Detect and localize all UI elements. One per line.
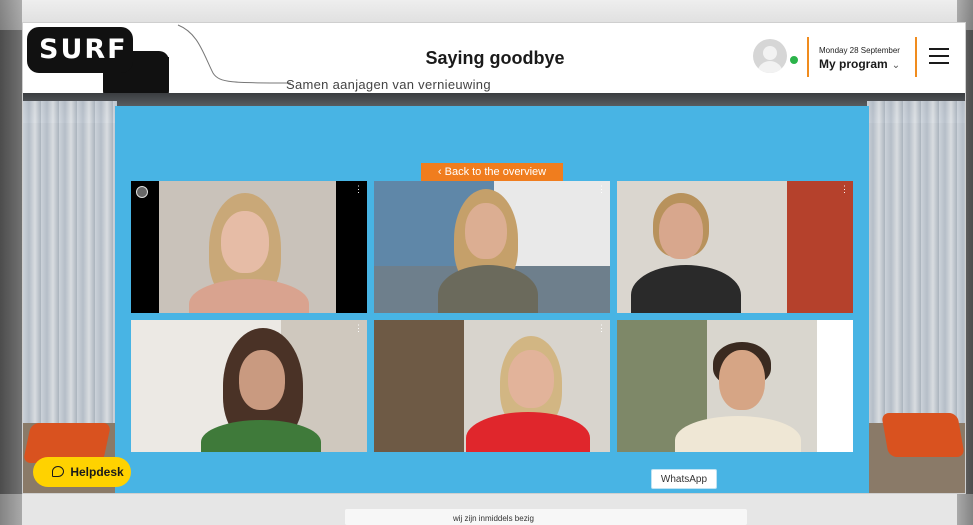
avatar-head (763, 46, 777, 60)
more-options-icon[interactable]: ⋮ (597, 185, 606, 194)
video-tile[interactable]: ⋮ (131, 320, 367, 452)
my-program-dropdown[interactable]: My program ⌄ (819, 57, 900, 71)
divider (915, 37, 917, 77)
divider (807, 37, 809, 77)
site-header: SURF Samen aanjagen van vernieuwing Sayi… (23, 23, 965, 105)
chat-bubble-icon (52, 466, 65, 477)
background-status-text: wij zijn inmiddels bezig (453, 514, 534, 523)
back-to-overview-button[interactable]: ‹ Back to the overview (421, 163, 563, 181)
user-avatar-icon[interactable] (753, 39, 787, 73)
hamburger-menu-icon[interactable] (929, 48, 949, 64)
site-tagline: Samen aanjagen van vernieuwing (286, 77, 491, 92)
browser-frame: wij zijn inmiddels bezig SURF Samen aanj… (0, 0, 973, 525)
curtain-left (23, 101, 117, 461)
signal-icon (136, 186, 148, 198)
helpdesk-button[interactable]: Helpdesk (33, 457, 131, 487)
more-options-icon[interactable]: ⋮ (840, 185, 849, 194)
video-tile[interactable]: ⋮ (617, 181, 853, 313)
event-page: SURF Samen aanjagen van vernieuwing Sayi… (22, 22, 966, 494)
video-tile[interactable]: ⋮ (617, 320, 853, 452)
curtain-right (867, 101, 965, 461)
video-tile[interactable]: ⋮ (131, 181, 367, 313)
whatsapp-button[interactable]: WhatsApp (651, 469, 717, 489)
avatar-body (757, 61, 783, 73)
chevron-down-icon: ⌄ (891, 60, 901, 71)
helpdesk-label: Helpdesk (70, 465, 124, 479)
more-options-icon[interactable]: ⋮ (354, 185, 363, 194)
more-options-icon[interactable]: ⋮ (840, 324, 849, 333)
video-tile[interactable]: ⋮ (374, 181, 610, 313)
background-input-strip (345, 509, 747, 525)
left-shadow (0, 0, 22, 525)
online-status-icon (788, 54, 800, 66)
video-tile[interactable]: ⋮ (374, 320, 610, 452)
program-date: Monday 28 September (819, 46, 900, 55)
more-options-icon[interactable]: ⋮ (597, 324, 606, 333)
chair-right (881, 413, 965, 457)
event-stage: ⋮ ⋮ ⋮ ⋮ ⋮ ⋮ ‹ Back to the overview Helpd… (23, 93, 965, 493)
my-program-label: My program (819, 57, 888, 71)
more-options-icon[interactable]: ⋮ (354, 324, 363, 333)
